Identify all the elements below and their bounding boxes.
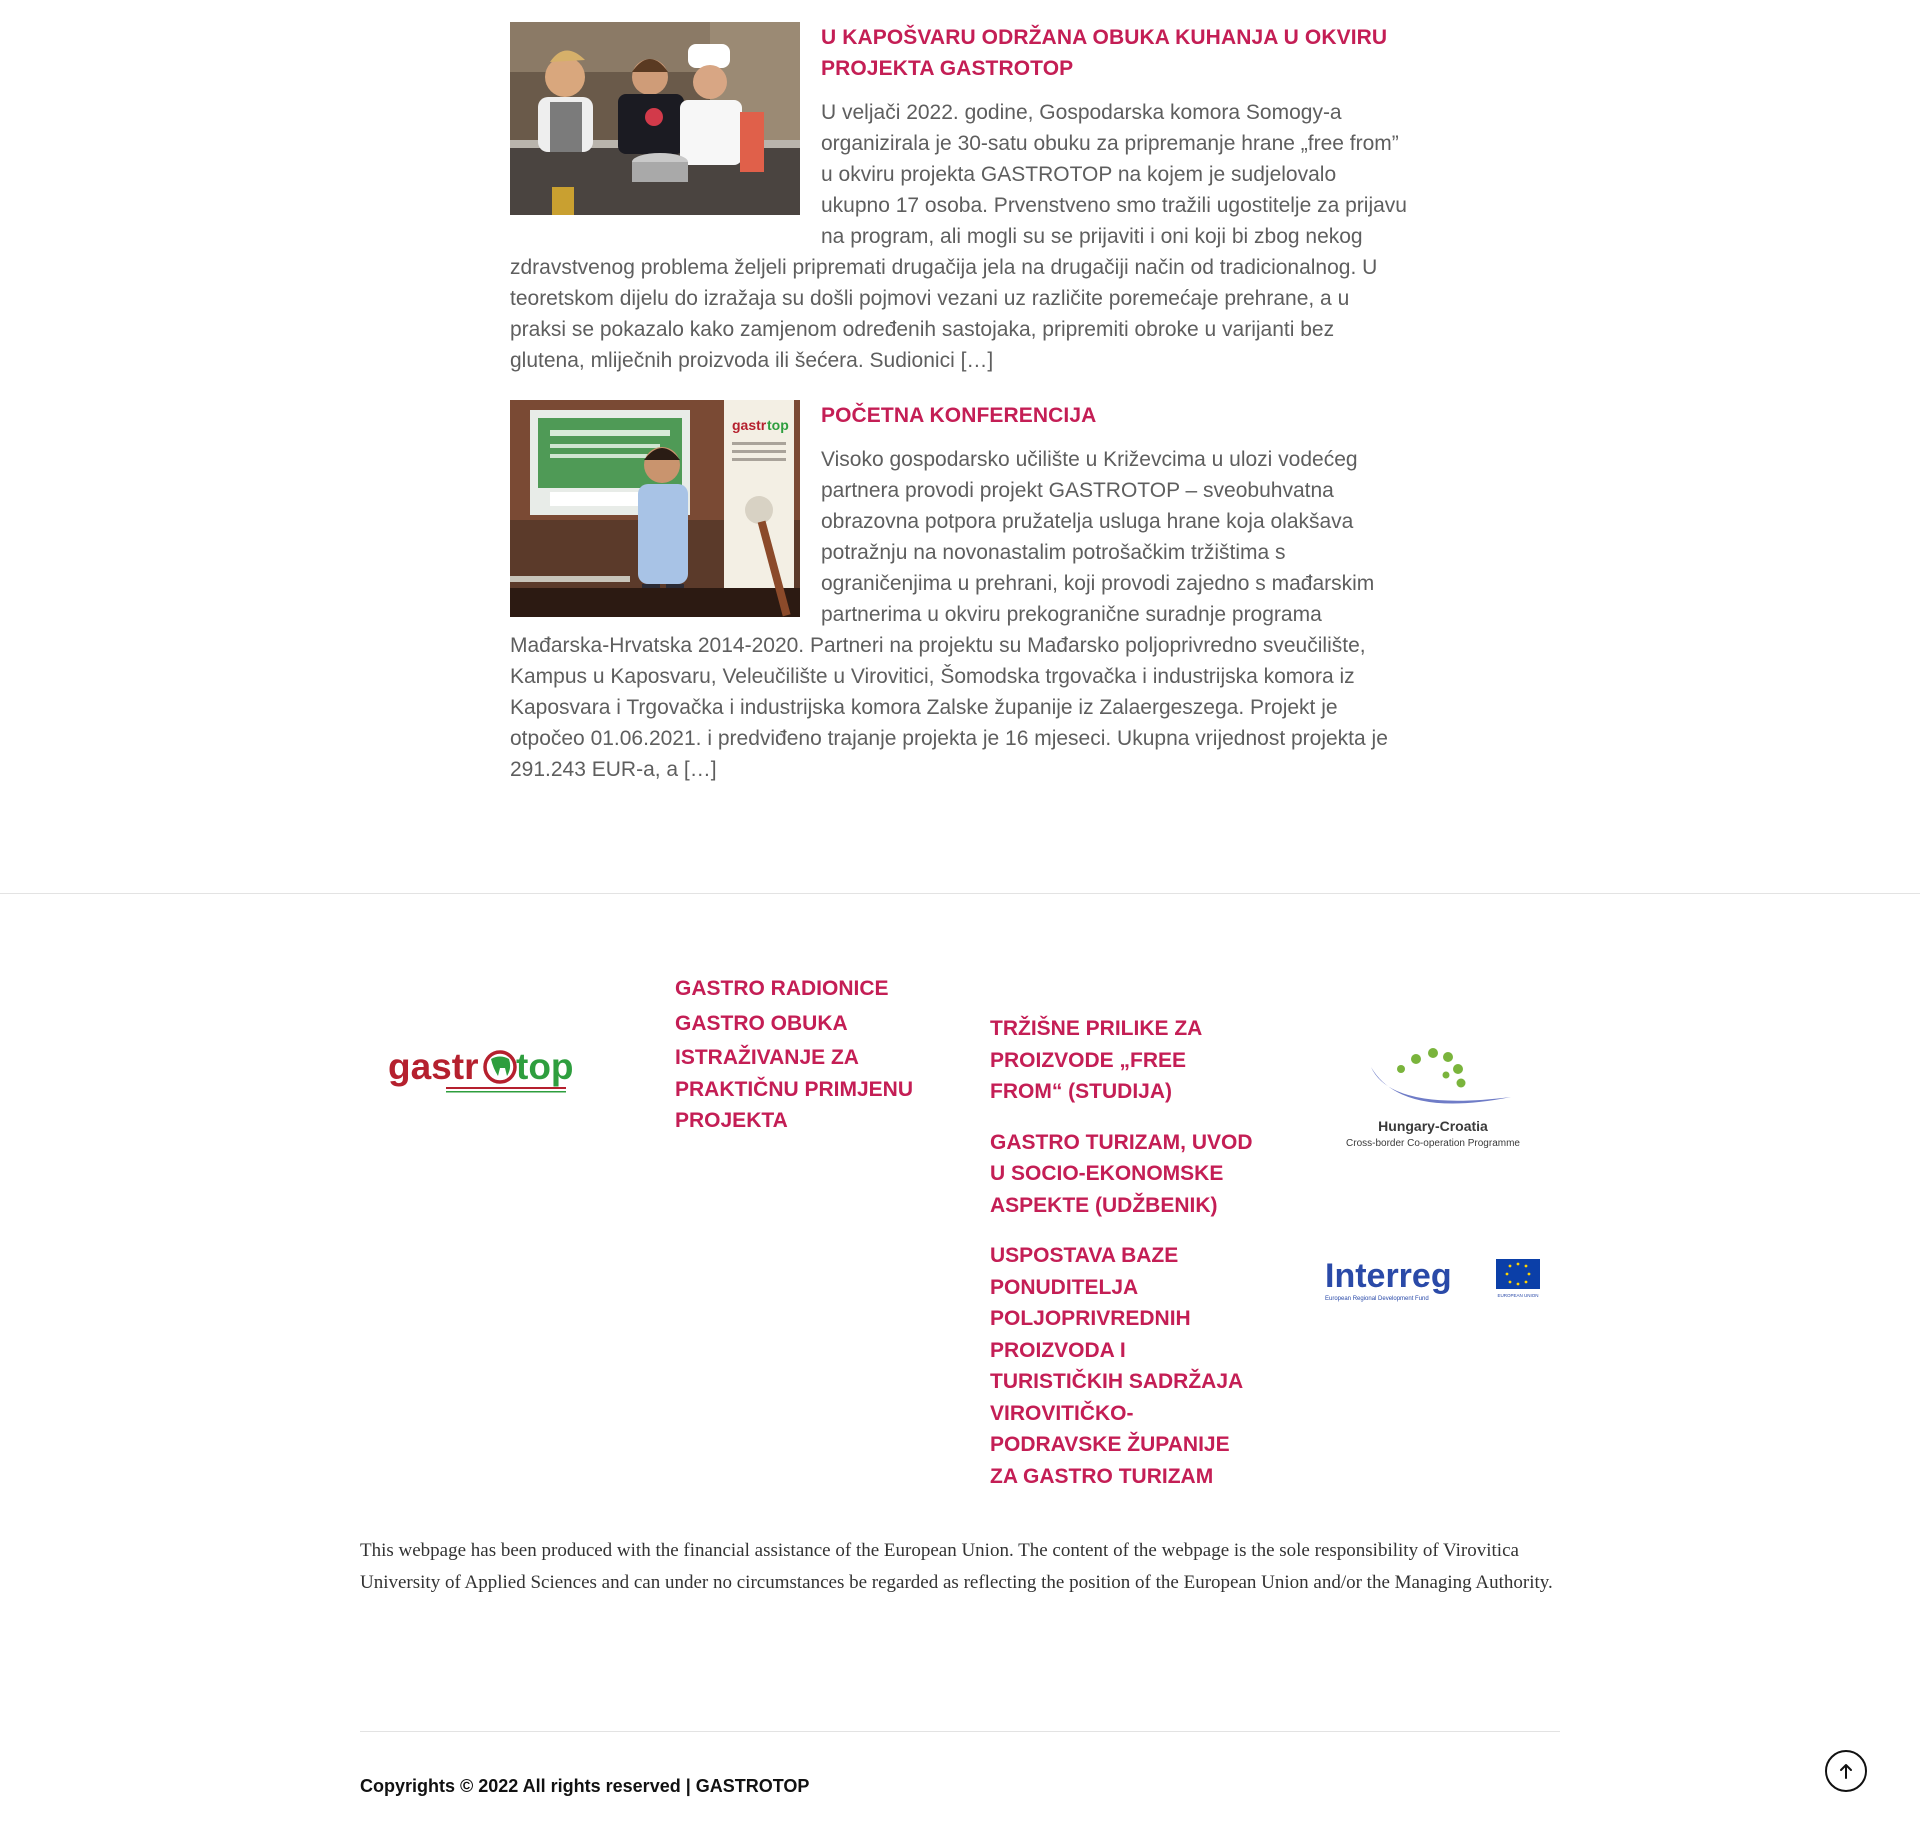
- tooth-icon: [483, 1050, 517, 1084]
- post-item: gastr top POČETNA KONFERENCIJA Visoko go…: [510, 400, 1410, 785]
- svg-text:top: top: [767, 417, 789, 433]
- logo-text-right: top: [516, 1046, 574, 1087]
- gastrotop-logo[interactable]: gastr top: [386, 1045, 591, 1095]
- hungary-croatia-logo-image: Hungary-Croatia Cross-border Co-operatio…: [1346, 1048, 1520, 1149]
- interreg-fund: European Regional Development Fund: [1325, 1296, 1429, 1302]
- interreg-eu-label: EUROPEAN UNION: [1497, 1293, 1538, 1298]
- post-thumbnail-cooking[interactable]: [510, 22, 800, 215]
- footer-link-gastro-obuka[interactable]: GASTRO OBUKA: [675, 1008, 925, 1040]
- cooking-photo: [510, 22, 800, 215]
- post-item: U KAPOŠVARU ODRŽANA OBUKA KUHANJA U OKVI…: [510, 22, 1410, 376]
- post-thumbnail-conference[interactable]: gastr top: [510, 400, 800, 617]
- conference-photo: gastr top: [510, 400, 800, 617]
- footer-link-trzisne-prilike[interactable]: TRŽIŠNE PRILIKE ZA PROIZVODE „FREE FROM“…: [990, 1013, 1260, 1108]
- arrow-up-icon: [1840, 1764, 1852, 1779]
- hc-subtitle: Cross-border Co-operation Programme: [1346, 1138, 1520, 1149]
- interreg-logo[interactable]: Interreg European Regional Development F…: [1323, 1255, 1543, 1305]
- eu-flag-icon: [1496, 1259, 1540, 1289]
- post-list: U KAPOŠVARU ODRŽANA OBUKA KUHANJA U OKVI…: [510, 22, 1410, 785]
- svg-text:gastr: gastr: [732, 417, 767, 433]
- footer-link-gastro-radionice[interactable]: GASTRO RADIONICE: [675, 973, 925, 1005]
- footer-link-istrazivanje[interactable]: ISTRAŽIVANJE ZA PRAKTIČNU PRIMJENU PROJE…: [675, 1042, 925, 1137]
- footer-links-activities: GASTRO RADIONICE GASTRO OBUKA ISTRAŽIVAN…: [675, 973, 925, 1140]
- copyright-text: Copyrights © 2022 All rights reserved | …: [360, 1776, 810, 1796]
- interreg-logo-image: Interreg European Regional Development F…: [1325, 1257, 1540, 1302]
- eu-disclaimer: This webpage has been produced with the …: [360, 1540, 1553, 1593]
- footer-link-gastro-turizam[interactable]: GASTRO TURIZAM, UVOD U SOCIO-EKONOMSKE A…: [990, 1127, 1260, 1222]
- interreg-word: Interreg: [1325, 1257, 1452, 1295]
- footer-links-publications: TRŽIŠNE PRILIKE ZA PROIZVODE „FREE FROM“…: [990, 1013, 1260, 1511]
- copyright-divider: [360, 1731, 1560, 1732]
- gastrotop-logo-image: gastr top: [388, 1046, 574, 1093]
- logo-text-left: gastr: [388, 1046, 478, 1087]
- hungary-croatia-logo[interactable]: Hungary-Croatia Cross-border Co-operatio…: [1336, 1045, 1531, 1155]
- footer-divider: [0, 893, 1920, 894]
- hc-title: Hungary-Croatia: [1378, 1118, 1488, 1134]
- footer-link-uspostava-baze[interactable]: USPOSTAVA BAZE PONUDITELJA POLJOPRIVREDN…: [990, 1240, 1260, 1492]
- back-to-top-button[interactable]: [1825, 1750, 1867, 1792]
